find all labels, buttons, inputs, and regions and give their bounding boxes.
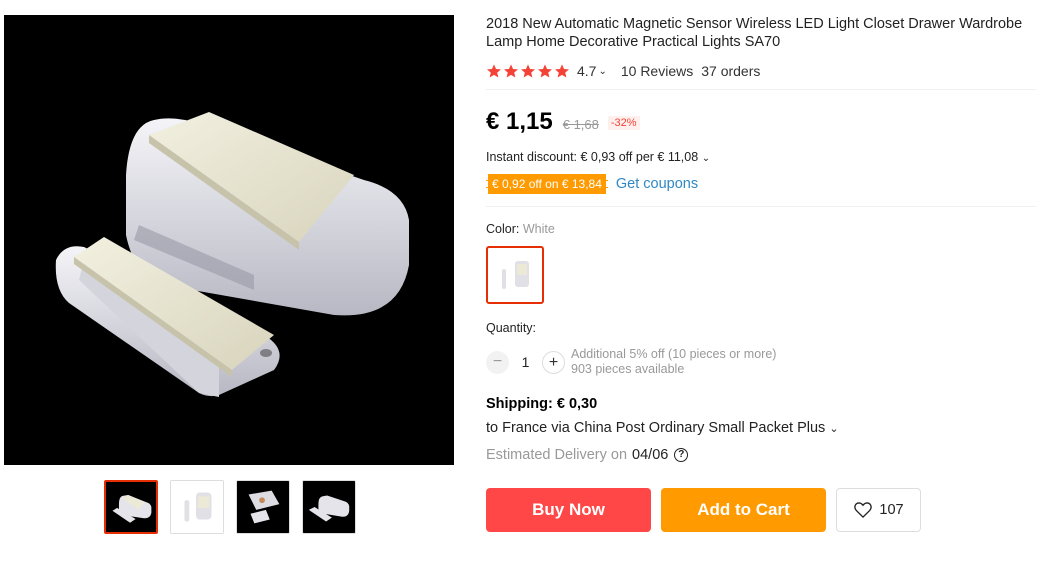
thumbnail-2[interactable] xyxy=(170,480,224,534)
thumbnail-image xyxy=(171,481,223,533)
rating-stars[interactable] xyxy=(486,63,570,79)
color-label-text: Color: xyxy=(486,222,520,236)
divider xyxy=(486,89,1036,90)
thumbnail-strip xyxy=(104,480,356,534)
price-row: € 1,15 € 1,68 -32% xyxy=(486,108,1036,138)
quantity-decrease-button[interactable]: − xyxy=(486,350,509,374)
thumbnail-4[interactable] xyxy=(302,480,356,534)
thumbnail-1[interactable] xyxy=(104,480,158,534)
action-buttons: Buy Now Add to Cart 107 xyxy=(486,488,1036,532)
thumbnail-image xyxy=(106,482,156,532)
thumbnail-image xyxy=(303,481,355,533)
discount-badge: -32% xyxy=(607,116,640,130)
shipping-method[interactable]: to France via China Post Ordinary Small … xyxy=(486,420,1036,438)
estimated-delivery-label: Estimated Delivery on xyxy=(486,447,628,463)
main-product-image[interactable] xyxy=(4,15,454,465)
rating-value[interactable]: 4.7 xyxy=(577,63,596,79)
quantity-input[interactable]: 1 xyxy=(509,354,542,370)
quantity-increase-button[interactable]: + xyxy=(542,350,565,374)
product-info: 2018 New Automatic Magnetic Sensor Wirel… xyxy=(486,15,1036,532)
coupon-badge[interactable]: € 0,92 off on € 13,84 xyxy=(486,174,608,194)
star-icon xyxy=(538,64,552,78)
product-photo xyxy=(4,15,454,465)
instant-discount-text: Instant discount: € 0,93 off per € 11,08 xyxy=(486,150,699,164)
swatch-image xyxy=(491,251,539,299)
orders-count: 37 orders xyxy=(701,63,761,79)
shipping-method-text: to France via China Post Ordinary Small … xyxy=(486,420,826,436)
coupon-row: € 0,92 off on € 13,84 Get coupons xyxy=(486,173,1036,195)
delivery-date: 04/06 xyxy=(632,447,669,463)
wishlist-count: 107 xyxy=(879,502,904,518)
chevron-down-icon[interactable]: ⌄ xyxy=(598,66,606,77)
buy-now-button[interactable]: Buy Now xyxy=(486,488,651,532)
bulk-discount-note: Additional 5% off (10 pieces or more) xyxy=(571,347,777,361)
chevron-down-icon: ⌄ xyxy=(829,423,839,435)
wishlist-button[interactable]: 107 xyxy=(836,488,921,532)
quantity-stepper: − 1 + Additional 5% off (10 pieces or mo… xyxy=(486,347,1036,377)
current-price: € 1,15 xyxy=(486,108,553,135)
thumbnail-image xyxy=(237,481,289,533)
quantity-label: Quantity: xyxy=(486,321,537,335)
rating-row: 4.7 ⌄ 10 Reviews 37 orders xyxy=(486,61,1036,81)
quantity-notes: Additional 5% off (10 pieces or more) 90… xyxy=(571,347,776,377)
original-price: € 1,68 xyxy=(562,117,599,132)
star-icon xyxy=(521,64,535,78)
color-value: White xyxy=(522,222,555,236)
star-icon xyxy=(487,64,501,78)
stock-available: 903 pieces available xyxy=(571,362,685,376)
star-icon xyxy=(504,64,518,78)
thumbnail-3[interactable] xyxy=(236,480,290,534)
divider xyxy=(486,206,1036,207)
color-label: Color: White xyxy=(486,222,1036,238)
add-to-cart-button[interactable]: Add to Cart xyxy=(661,488,826,532)
instant-discount[interactable]: Instant discount: € 0,93 off per € 11,08… xyxy=(486,150,1036,168)
shipping-cost: Shipping: € 0,30 xyxy=(486,396,598,412)
reviews-link[interactable]: 10 Reviews xyxy=(621,63,693,79)
product-title: 2018 New Automatic Magnetic Sensor Wirel… xyxy=(486,16,1023,50)
heart-icon xyxy=(854,502,873,519)
estimated-delivery: Estimated Delivery on 04/06 ? xyxy=(486,446,1036,464)
chevron-down-icon: ⌄ xyxy=(701,153,711,164)
star-icon xyxy=(555,64,569,78)
get-coupons-link[interactable]: Get coupons xyxy=(616,176,698,192)
color-swatch-white[interactable] xyxy=(486,246,544,304)
help-icon[interactable]: ? xyxy=(674,448,689,462)
